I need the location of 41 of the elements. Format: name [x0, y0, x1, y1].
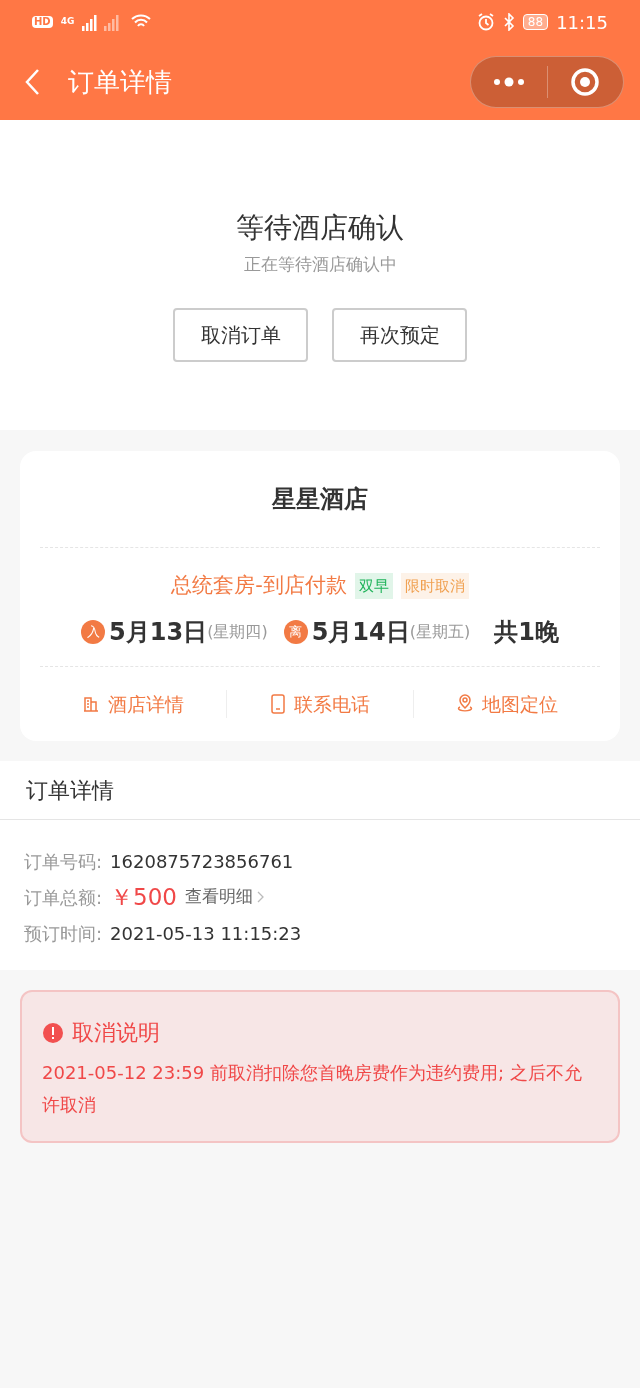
location-pin-icon [456, 693, 474, 714]
weekday-text: (星期四) [207, 620, 268, 643]
field-value: 2021-05-13 11:15:23 [110, 921, 302, 946]
close-mini-program-icon[interactable] [570, 67, 601, 97]
page-title: 订单详情 [68, 65, 172, 99]
more-icon[interactable] [491, 77, 526, 87]
section-title: 订单详情 [26, 776, 114, 805]
field-label: 订单总额: [24, 885, 103, 910]
alert-icon [42, 1021, 64, 1044]
date-badge: 离 [283, 619, 308, 644]
order-amount: ￥500 [110, 882, 177, 912]
alarm-icon [476, 13, 495, 31]
notice-text: 2021-05-12 23:59 前取消扣除您首晚房费作为违约费用; 之后不允许取消 [42, 1061, 583, 1117]
status-subtitle: 正在等待酒店确认中 [243, 253, 397, 276]
action-button[interactable]: 再次预定 [332, 307, 467, 362]
room-type: 总统套房-到店付款 [171, 572, 347, 599]
battery-indicator: 88 [522, 14, 549, 30]
clock-time: 11:15 [556, 10, 608, 35]
bluetooth-icon [502, 13, 515, 31]
notice-title: 取消说明 [72, 1019, 160, 1047]
field-label: 订单号码: [24, 849, 103, 874]
field-label: 预订时间: [24, 921, 103, 946]
date-text: 5月13日 [109, 616, 208, 648]
room-tag: 限时取消 [400, 572, 469, 599]
field-value: 1620875723856761 [110, 849, 294, 874]
hotel-name: 星星酒店 [272, 484, 368, 515]
weekday-text: (星期五) [409, 620, 471, 643]
building-icon [82, 694, 100, 713]
nights-count: 共1晚 [494, 616, 559, 648]
back-icon[interactable] [24, 68, 40, 96]
phone-icon [270, 693, 286, 714]
hd-indicator: HD [32, 16, 53, 28]
date-badge: 入 [81, 619, 106, 644]
room-tag: 双早 [354, 572, 393, 599]
chevron-right-icon [257, 891, 264, 903]
capsule-menu[interactable] [470, 56, 624, 108]
action-button[interactable]: 取消订单 [173, 307, 308, 362]
network-label: 4G [60, 15, 75, 29]
status-title: 等待酒店确认 [236, 210, 404, 246]
date-text: 5月14日 [311, 616, 410, 648]
view-details-link[interactable]: 查看明细 [185, 884, 264, 910]
